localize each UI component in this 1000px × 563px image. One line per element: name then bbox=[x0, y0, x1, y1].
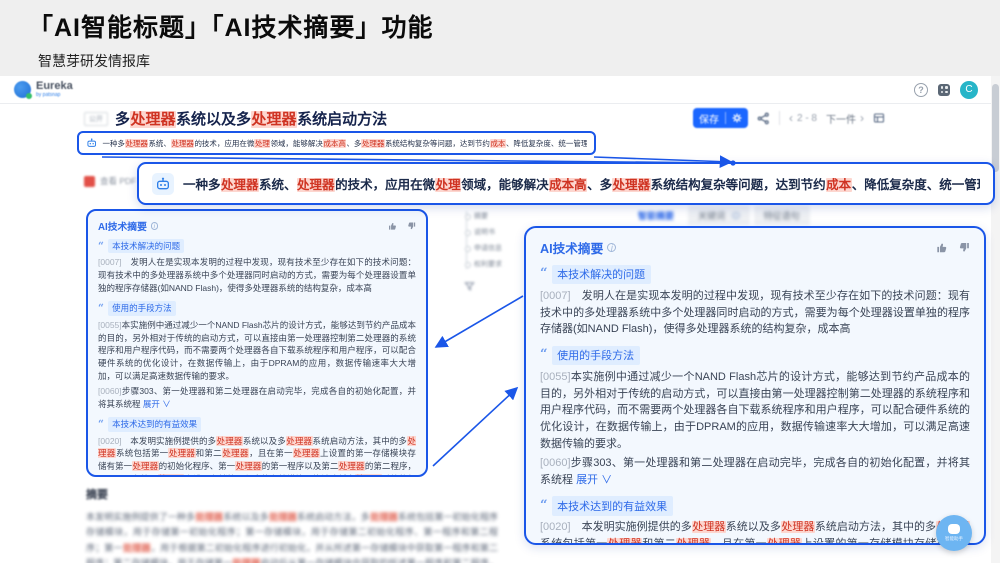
pagination-range: 2 - 8 bbox=[796, 112, 817, 124]
filter-funnel-icon[interactable] bbox=[464, 281, 475, 292]
quote-icon: “ bbox=[98, 240, 104, 253]
summary-tabs: 智能摘要 关键词 i 特征语句 bbox=[628, 206, 810, 225]
view-pdf-label: 查看 PDF bbox=[100, 176, 137, 186]
next-page-icon: › bbox=[860, 111, 864, 125]
help-icon[interactable]: ? bbox=[914, 82, 928, 97]
eureka-logo-text: Eureka bbox=[36, 80, 73, 92]
app-topbar: Eureka by patsnap ? C bbox=[0, 76, 1000, 104]
summary-paragraph-0007: [0007] 发明人在是实现本发明的过程中发现，现有技术至少存在如下的技术问题：… bbox=[540, 289, 970, 336]
tab-keywords[interactable]: 关键词 i bbox=[688, 206, 750, 225]
ai-robot-icon bbox=[87, 138, 97, 147]
tab-smart-summary[interactable]: 智能摘要 bbox=[628, 206, 685, 225]
section-label-problem: 本技术解决的问题 bbox=[551, 264, 651, 284]
quote-icon: “ bbox=[540, 497, 548, 513]
abstract-section: 摘要 本发明实施例提供了一种多处理器系统以及多处理器系统启动方法，多处理器系统包… bbox=[86, 486, 498, 563]
view-pdf-link[interactable]: 查看 PDF bbox=[84, 175, 136, 187]
ai-assistant-floating-button[interactable]: 智能助手 bbox=[936, 515, 972, 551]
quote-icon: “ bbox=[98, 302, 104, 315]
nav-item-description[interactable]: 说明书 bbox=[465, 227, 502, 237]
thumbs-up-icon[interactable] bbox=[388, 221, 398, 231]
ai-smart-title-callout: 一种多处理器系统、处理器的技术，应用在微处理领域，能够解决成本高、多处理器系统结… bbox=[137, 162, 995, 205]
ai-smart-title-text: 一种多处理器系统、处理器的技术，应用在微处理领域，能够解决成本高、多处理器系统结… bbox=[102, 138, 587, 148]
abstract-text: 本发明实施例提供了一种多处理器系统以及多处理器系统启动方法，多处理器系统包括第一… bbox=[86, 510, 498, 563]
next-item-label: 下一件 bbox=[826, 114, 856, 126]
summary-paragraph-0007: [0007] 发明人在是实现本发明的过程中发现，现有技术至少存在如下的技术问题：… bbox=[98, 257, 416, 294]
list-view-icon[interactable] bbox=[873, 112, 885, 124]
summary-paragraph-0060: [0060]步骤303、第一处理器和第二处理器在启动完毕，完成各自的初始化配置，… bbox=[98, 386, 416, 410]
page-subtitle: 智慧芽研发情报库 bbox=[38, 53, 150, 69]
prev-page-icon[interactable]: ‹ bbox=[789, 111, 793, 125]
eureka-logo[interactable]: Eureka by patsnap bbox=[14, 80, 73, 99]
quote-icon: “ bbox=[540, 266, 548, 282]
gear-icon bbox=[732, 113, 742, 123]
section-label-effect: 本技术达到的有益效果 bbox=[551, 496, 673, 516]
page-heading: 「AI智能标题」「AI技术摘要」功能 智慧芽研发情报库 bbox=[28, 8, 434, 71]
quote-icon: “ bbox=[98, 418, 104, 431]
ai-summary-panel-small: AI技术摘要 i “本技术解决的问题 [0007] 发明人在是实现本发明的过程中… bbox=[86, 209, 428, 477]
nav-item-application-info[interactable]: 申请信息 bbox=[465, 243, 502, 253]
pdf-icon bbox=[84, 175, 95, 187]
save-button-label: 保存 bbox=[698, 114, 719, 126]
assistant-label: 智能助手 bbox=[944, 536, 963, 542]
thumbs-up-icon[interactable] bbox=[936, 241, 949, 254]
tab-feature-sentences[interactable]: 特征语句 bbox=[753, 206, 810, 225]
ai-summary-panel-large: AI技术摘要 i “本技术解决的问题 [0007] 发明人在是实现本发明的过程中… bbox=[524, 226, 986, 545]
thumbs-down-icon[interactable] bbox=[957, 241, 970, 254]
summary-paragraph-0060: [0060]步骤303、第一处理器和第二处理器在启动完毕，完成各自的初始化配置，… bbox=[540, 457, 970, 486]
thumbs-down-icon[interactable] bbox=[406, 221, 416, 231]
info-icon: i bbox=[732, 211, 740, 220]
ai-robot-icon bbox=[152, 172, 174, 195]
user-avatar[interactable]: C bbox=[960, 80, 978, 99]
vertical-scrollbar[interactable] bbox=[991, 76, 1000, 563]
patent-title: 多处理器系统以及多处理器系统启动方法 bbox=[115, 111, 388, 128]
info-icon[interactable]: i bbox=[607, 243, 617, 253]
section-label-method: 使用的手段方法 bbox=[107, 301, 176, 316]
scrollbar-thumb[interactable] bbox=[992, 84, 999, 172]
info-icon[interactable]: i bbox=[150, 222, 158, 230]
document-section-nav: 摘要 说明书 申请信息 权利要求 bbox=[464, 211, 502, 297]
abstract-title: 摘要 bbox=[86, 489, 108, 501]
patent-status-tag: 公开 bbox=[84, 111, 108, 126]
ai-smart-title-callout-text: 一种多处理器系统、处理器的技术，应用在微处理领域，能够解决成本高、多处理器系统结… bbox=[183, 178, 980, 192]
eureka-logo-icon bbox=[14, 81, 32, 99]
nav-item-abstract[interactable]: 摘要 bbox=[465, 211, 502, 221]
summary-paragraph-0055: [0055]本实施例中通过减少一个NAND Flash芯片的设计方式，能够达到节… bbox=[98, 319, 416, 382]
summary-paragraph-0020: [0020] 本发明实施例提供的多处理器系统以及多处理器系统启动方法，其中的多处… bbox=[540, 519, 971, 543]
next-item-control[interactable]: 下一件 › bbox=[826, 111, 864, 126]
quote-icon: “ bbox=[540, 347, 548, 363]
apps-grid-icon[interactable] bbox=[938, 83, 950, 96]
assistant-icon bbox=[948, 524, 960, 534]
ai-summary-title: AI技术摘要 bbox=[98, 222, 147, 233]
section-label-problem: 本技术解决的问题 bbox=[107, 238, 185, 254]
ai-smart-title-box: 一种多处理器系统、处理器的技术，应用在微处理领域，能够解决成本高、多处理器系统结… bbox=[77, 131, 596, 155]
page-title: 「AI智能标题」「AI技术摘要」功能 bbox=[28, 14, 434, 42]
pagination[interactable]: ‹ 2 - 8 bbox=[789, 111, 817, 125]
section-label-effect: 本技术达到的有益效果 bbox=[107, 417, 202, 432]
summary-paragraph-0020: [0020] 本发明实施例提供的多处理器系统以及多处理器系统启动方法，其中的多处… bbox=[98, 435, 416, 475]
ai-summary-title: AI技术摘要 bbox=[540, 242, 604, 256]
section-label-method: 使用的手段方法 bbox=[551, 345, 640, 365]
nav-item-claims[interactable]: 权利要求 bbox=[465, 259, 502, 269]
save-button[interactable]: 保存 bbox=[692, 108, 748, 128]
eureka-logo-subtext: by patsnap bbox=[36, 92, 61, 98]
app-window: Eureka by patsnap ? C 公开 多处理器系统以及多处理器系统启… bbox=[0, 76, 1000, 563]
share-icon[interactable] bbox=[757, 112, 770, 125]
summary-paragraph-0055: [0055]本实施例中通过减少一个NAND Flash芯片的设计方式，能够达到节… bbox=[540, 370, 970, 450]
patent-toolbar: 保存 ‹ 2 - 8 下一件 › bbox=[692, 108, 885, 128]
